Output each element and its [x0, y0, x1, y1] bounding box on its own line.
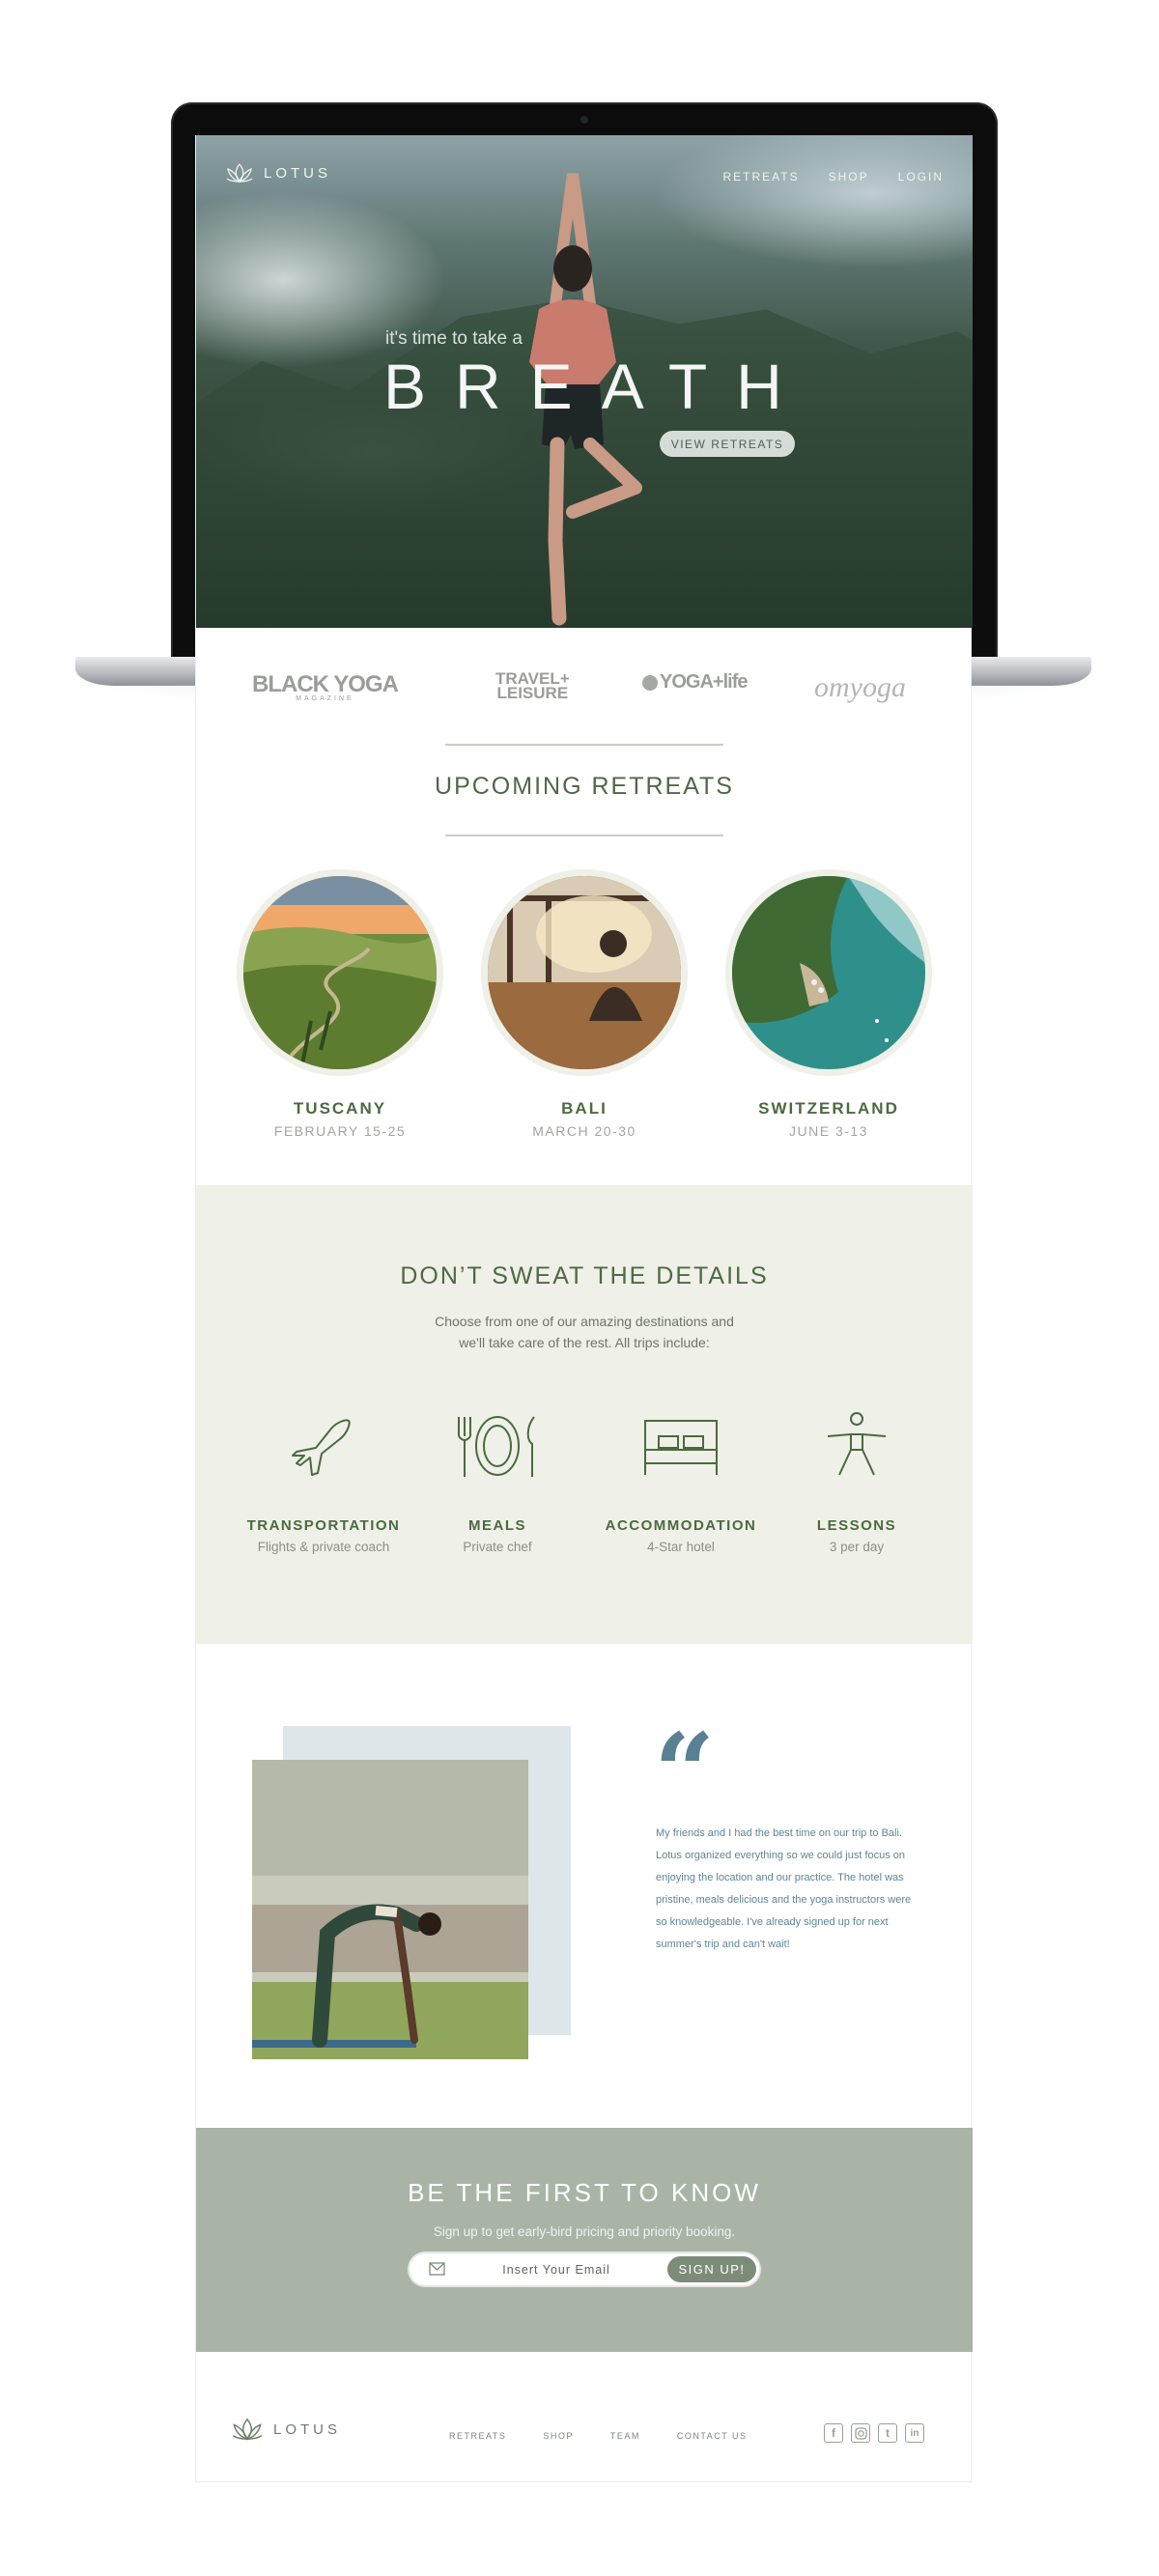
press-logo-black-yoga: BLACK YOGA MAGAZINE [252, 671, 399, 702]
divider-top [445, 744, 723, 746]
feature-title: ACCOMMODATION [605, 1517, 757, 1534]
retreat-image-frame[interactable] [237, 869, 443, 1076]
email-input[interactable] [460, 2257, 653, 2281]
switzerland-image [732, 876, 925, 1069]
feature-subtitle: 4-Star hotel [647, 1540, 715, 1554]
retreat-dates: JUNE 3-13 [789, 1123, 868, 1139]
bali-image [488, 876, 681, 1069]
retreat-name: TUSCANY [293, 1099, 387, 1118]
press-logo-travel-leisure: TRAVEL+ LEISURE [495, 669, 570, 702]
plate-cutlery-icon [458, 1416, 535, 1477]
hero-section: LOTUS RETREATS SHOP LOGIN it's time to t… [196, 135, 973, 628]
feature-accommodation: ACCOMMODATION 4-Star hotel [594, 1407, 768, 1554]
retreat-name: SWITZERLAND [758, 1099, 899, 1118]
yoga-pose-icon [827, 1412, 887, 1476]
feature-lessons: LESSONS 3 per day [770, 1407, 944, 1554]
envelope-icon [429, 2262, 445, 2276]
press-logo-yoga-life: YOGA+life [642, 671, 748, 694]
view-retreats-button[interactable]: VIEW RETREATS [660, 431, 795, 457]
details-section: DON’T SWEAT THE DETAILS Choose from one … [196, 1185, 973, 1644]
quote-mark-icon: “ [654, 1710, 716, 1834]
instagram-icon[interactable] [851, 2423, 870, 2443]
feature-meals: MEALS Private chef [410, 1407, 584, 1554]
testimonial-photo [252, 1760, 528, 2059]
feature-subtitle: Private chef [463, 1540, 532, 1554]
footer-link-team[interactable]: TEAM [610, 2431, 640, 2441]
retreat-card-tuscany[interactable]: TUSCANY FEBRUARY 15-25 [229, 869, 451, 1139]
linkedin-icon[interactable]: in [905, 2423, 924, 2443]
airplane-icon [292, 1419, 351, 1476]
retreat-dates: MARCH 20-30 [532, 1123, 636, 1139]
signup-title: BE THE FIRST TO KNOW [408, 2178, 761, 2207]
nav-logo-text: LOTUS [264, 164, 332, 182]
retreat-dates: FEBRUARY 15-25 [273, 1123, 407, 1139]
lotus-logo-icon [232, 2418, 263, 2441]
tumblr-icon[interactable]: t [878, 2423, 897, 2443]
tuscany-image [243, 876, 437, 1069]
feature-transportation: TRANSPORTATION Flights & private coach [237, 1407, 410, 1554]
feature-subtitle: Flights & private coach [257, 1540, 390, 1554]
nav-logo[interactable]: LOTUS [225, 162, 331, 184]
footer-logo[interactable]: LOTUS [231, 2417, 341, 2442]
footer-link-retreats[interactable]: RETREATS [449, 2431, 506, 2441]
retreat-image-frame[interactable] [481, 869, 688, 1076]
feature-title: MEALS [468, 1517, 526, 1534]
retreat-card-switzerland[interactable]: SWITZERLAND JUNE 3-13 [718, 869, 940, 1139]
nav-link-shop[interactable]: SHOP [829, 170, 869, 184]
retreat-name: BALI [561, 1099, 608, 1118]
feature-title: TRANSPORTATION [246, 1517, 401, 1534]
signup-form: SIGN UP! [410, 2253, 759, 2285]
hero-title: BREATH [383, 351, 811, 422]
footer-links: RETREATS SHOP TEAM CONTACT US [449, 2431, 748, 2441]
retreat-image-frame[interactable] [725, 869, 932, 1076]
retreat-card-bali[interactable]: BALI MARCH 20-30 [473, 869, 695, 1139]
footer-link-shop[interactable]: SHOP [543, 2431, 574, 2441]
details-subtitle: Choose from one of our amazing destinati… [435, 1314, 734, 1350]
feature-subtitle: 3 per day [829, 1540, 885, 1554]
website-page: LOTUS RETREATS SHOP LOGIN it's time to t… [195, 135, 973, 2482]
lotus-logo-icon [226, 162, 253, 184]
bed-icon [644, 1420, 718, 1475]
divider-bottom [445, 835, 723, 836]
details-title: DON’T SWEAT THE DETAILS [400, 1262, 769, 1289]
facebook-icon[interactable]: f [824, 2423, 843, 2443]
globe-icon [642, 674, 658, 691]
nav-links: RETREATS SHOP LOGIN [723, 170, 944, 184]
press-logos: BLACK YOGA MAGAZINE TRAVEL+ LEISURE YOGA+l… [196, 669, 973, 710]
footer-logo-text: LOTUS [273, 2420, 342, 2438]
footer-link-contact[interactable]: CONTACT US [677, 2431, 748, 2441]
retreats-title: UPCOMING RETREATS [435, 773, 734, 800]
testimonial-text: My friends and I had the best time on ou… [656, 1827, 912, 1950]
sign-up-button[interactable]: SIGN UP! [667, 2256, 756, 2282]
nav-link-login[interactable]: LOGIN [898, 170, 944, 184]
hero-pretitle: it's time to take a [385, 328, 523, 349]
press-logo-omyoga: omyoga [814, 671, 906, 703]
feature-title: LESSONS [816, 1517, 897, 1534]
signup-section: BE THE FIRST TO KNOW Sign up to get earl… [196, 2128, 973, 2352]
signup-subtitle: Sign up to get early-bird pricing and pr… [433, 2224, 736, 2239]
camera-icon [580, 116, 588, 124]
nav-link-retreats[interactable]: RETREATS [723, 170, 800, 184]
